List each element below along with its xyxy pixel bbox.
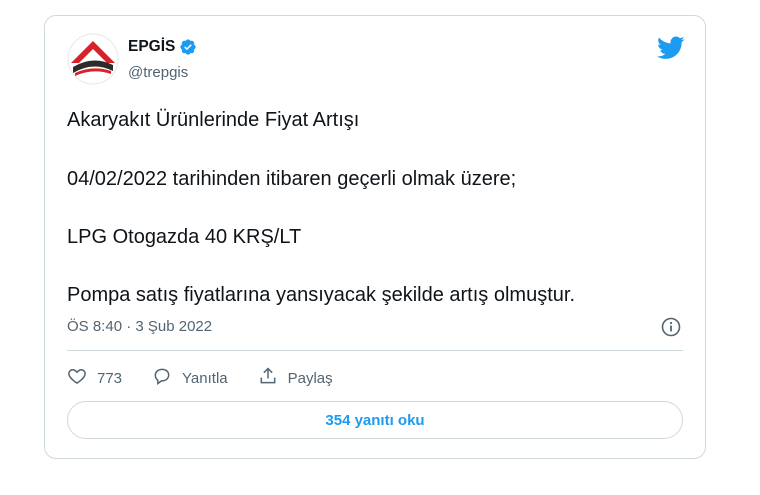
- verified-badge-icon: [179, 38, 197, 56]
- author-name-row[interactable]: EPGİS: [128, 38, 197, 56]
- share-upload-icon: [258, 366, 278, 390]
- tweet-timestamp[interactable]: ÖS 8:40 · 3 Şub 2022: [67, 318, 212, 335]
- reply-button[interactable]: Yanıtla: [152, 366, 228, 390]
- like-button[interactable]: 773: [67, 366, 122, 390]
- twitter-bird-icon[interactable]: [657, 36, 685, 60]
- divider: [67, 350, 683, 351]
- like-count: 773: [97, 369, 123, 387]
- info-icon[interactable]: [661, 317, 681, 337]
- tweet-text-note: Pompa satış fiyatlarına yansıyacak şekil…: [67, 284, 575, 306]
- tweet-text-title: Akaryakıt Ürünlerinde Fiyat Artışı: [67, 109, 360, 131]
- reply-label: Yanıtla: [182, 369, 228, 387]
- handle[interactable]: @trepgis: [128, 64, 188, 81]
- share-button[interactable]: Paylaş: [258, 366, 333, 390]
- avatar[interactable]: [67, 33, 119, 85]
- epgis-logo: [67, 33, 119, 85]
- heart-icon: [67, 366, 87, 390]
- tweet-text-date: 04/02/2022 tarihinden itibaren geçerli o…: [67, 168, 517, 190]
- action-bar: 773 Yanıtla Paylaş: [67, 366, 333, 390]
- read-replies-button[interactable]: 354 yanıtı oku: [67, 401, 683, 439]
- tweet-text-price: LPG Otogazda 40 KRŞ/LT: [67, 226, 302, 248]
- tweet-card: EPGİS @trepgis Akaryakıt Ürünlerinde Fiy…: [44, 15, 706, 459]
- display-name[interactable]: EPGİS: [128, 38, 175, 56]
- speech-bubble-icon: [152, 366, 172, 390]
- share-label: Paylaş: [287, 369, 333, 387]
